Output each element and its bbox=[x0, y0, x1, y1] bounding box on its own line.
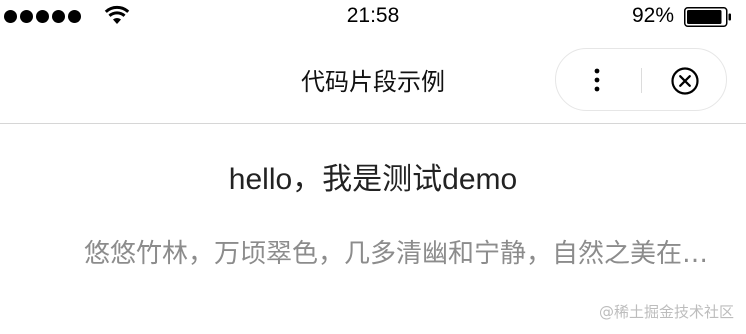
page-title: 代码片段示例 bbox=[301, 68, 445, 96]
more-icon[interactable] bbox=[590, 67, 604, 93]
capsule-menu bbox=[555, 48, 727, 111]
poem-text: 悠悠竹林，万顷翠色，几多清幽和宁静，自然之美在这里展现得淋漓尽致 bbox=[84, 239, 720, 269]
watermark: @稀土掘金技术社区 bbox=[598, 303, 734, 321]
hello-text: hello，我是测试demo bbox=[228, 163, 518, 196]
close-icon[interactable] bbox=[670, 66, 700, 96]
status-bar: 21:58 92% bbox=[0, 0, 746, 34]
battery-icon bbox=[684, 7, 731, 27]
navigation-bar: 代码片段示例 bbox=[0, 34, 746, 124]
battery-percentage: 92% bbox=[631, 4, 674, 27]
capsule-divider bbox=[641, 68, 642, 93]
